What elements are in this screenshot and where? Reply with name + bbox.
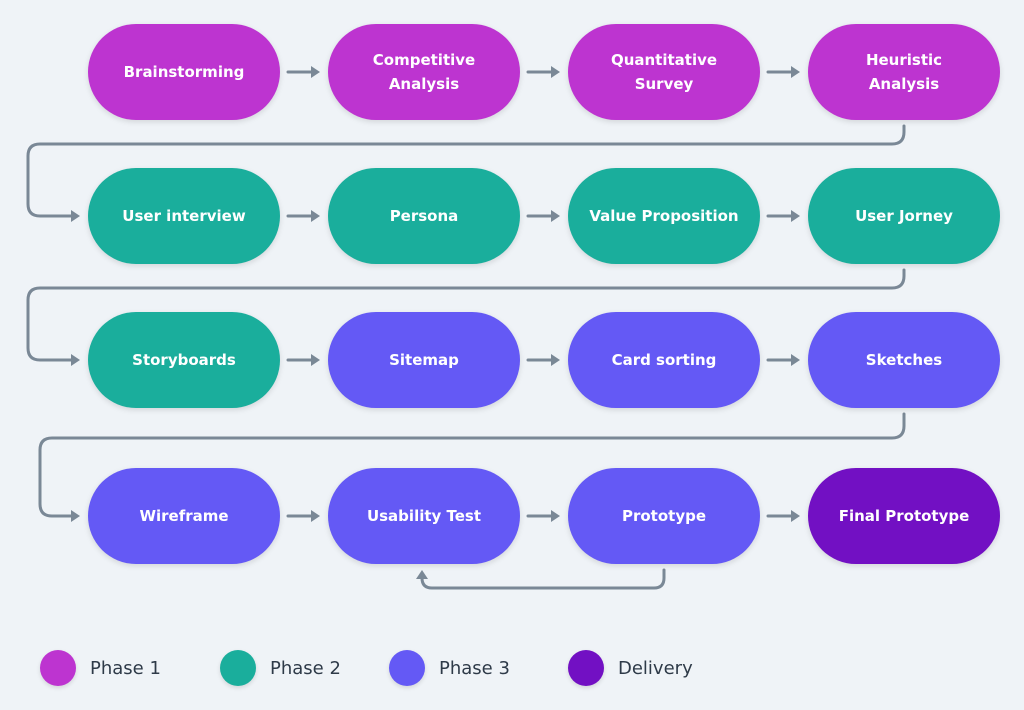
node-storyboards[interactable]: Storyboards: [88, 312, 280, 408]
arrow-right-icon: [791, 510, 800, 522]
arrow-right-icon: [551, 66, 560, 78]
legend-item-phase-3: Phase 3: [389, 650, 510, 686]
node-usability-test[interactable]: Usability Test: [328, 468, 520, 564]
phase-2-swatch-icon: [220, 650, 256, 686]
arrow-right-icon: [311, 510, 320, 522]
legend-label: Phase 3: [439, 657, 510, 679]
arrow-right-icon: [311, 66, 320, 78]
arrow-right-icon: [791, 354, 800, 366]
node-brainstorming[interactable]: Brainstorming: [88, 24, 280, 120]
node-heuristic-analysis[interactable]: Heuristic Analysis: [808, 24, 1000, 120]
legend-label: Delivery: [618, 657, 693, 679]
legend-item-phase-1: Phase 1: [40, 650, 161, 686]
legend-item-phase-2: Phase 2: [220, 650, 341, 686]
node-value-proposition[interactable]: Value Proposition: [568, 168, 760, 264]
node-user-interview[interactable]: User interview: [88, 168, 280, 264]
arrow-right-icon: [71, 510, 80, 522]
node-final-prototype[interactable]: Final Prototype: [808, 468, 1000, 564]
node-persona[interactable]: Persona: [328, 168, 520, 264]
node-card-sorting[interactable]: Card sorting: [568, 312, 760, 408]
delivery-swatch-icon: [568, 650, 604, 686]
node-sitemap[interactable]: Sitemap: [328, 312, 520, 408]
node-prototype[interactable]: Prototype: [568, 468, 760, 564]
arrow-right-icon: [791, 210, 800, 222]
arrow-right-icon: [71, 354, 80, 366]
legend-item-delivery: Delivery: [568, 650, 693, 686]
arrow-up-icon: [416, 570, 428, 579]
phase-3-swatch-icon: [389, 650, 425, 686]
arrow-right-icon: [791, 66, 800, 78]
arrow-right-icon: [311, 210, 320, 222]
arrow-right-icon: [71, 210, 80, 222]
arrow-right-icon: [551, 210, 560, 222]
arrow-right-icon: [311, 354, 320, 366]
legend-label: Phase 1: [90, 657, 161, 679]
node-quantitative-survey[interactable]: Quantitative Survey: [568, 24, 760, 120]
node-sketches[interactable]: Sketches: [808, 312, 1000, 408]
node-user-journey[interactable]: User Jorney: [808, 168, 1000, 264]
node-wireframe[interactable]: Wireframe: [88, 468, 280, 564]
node-competitive-analysis[interactable]: Competitive Analysis: [328, 24, 520, 120]
feedback-loop-connector: [420, 568, 666, 590]
legend-label: Phase 2: [270, 657, 341, 679]
phase-1-swatch-icon: [40, 650, 76, 686]
arrow-right-icon: [551, 510, 560, 522]
arrow-right-icon: [551, 354, 560, 366]
